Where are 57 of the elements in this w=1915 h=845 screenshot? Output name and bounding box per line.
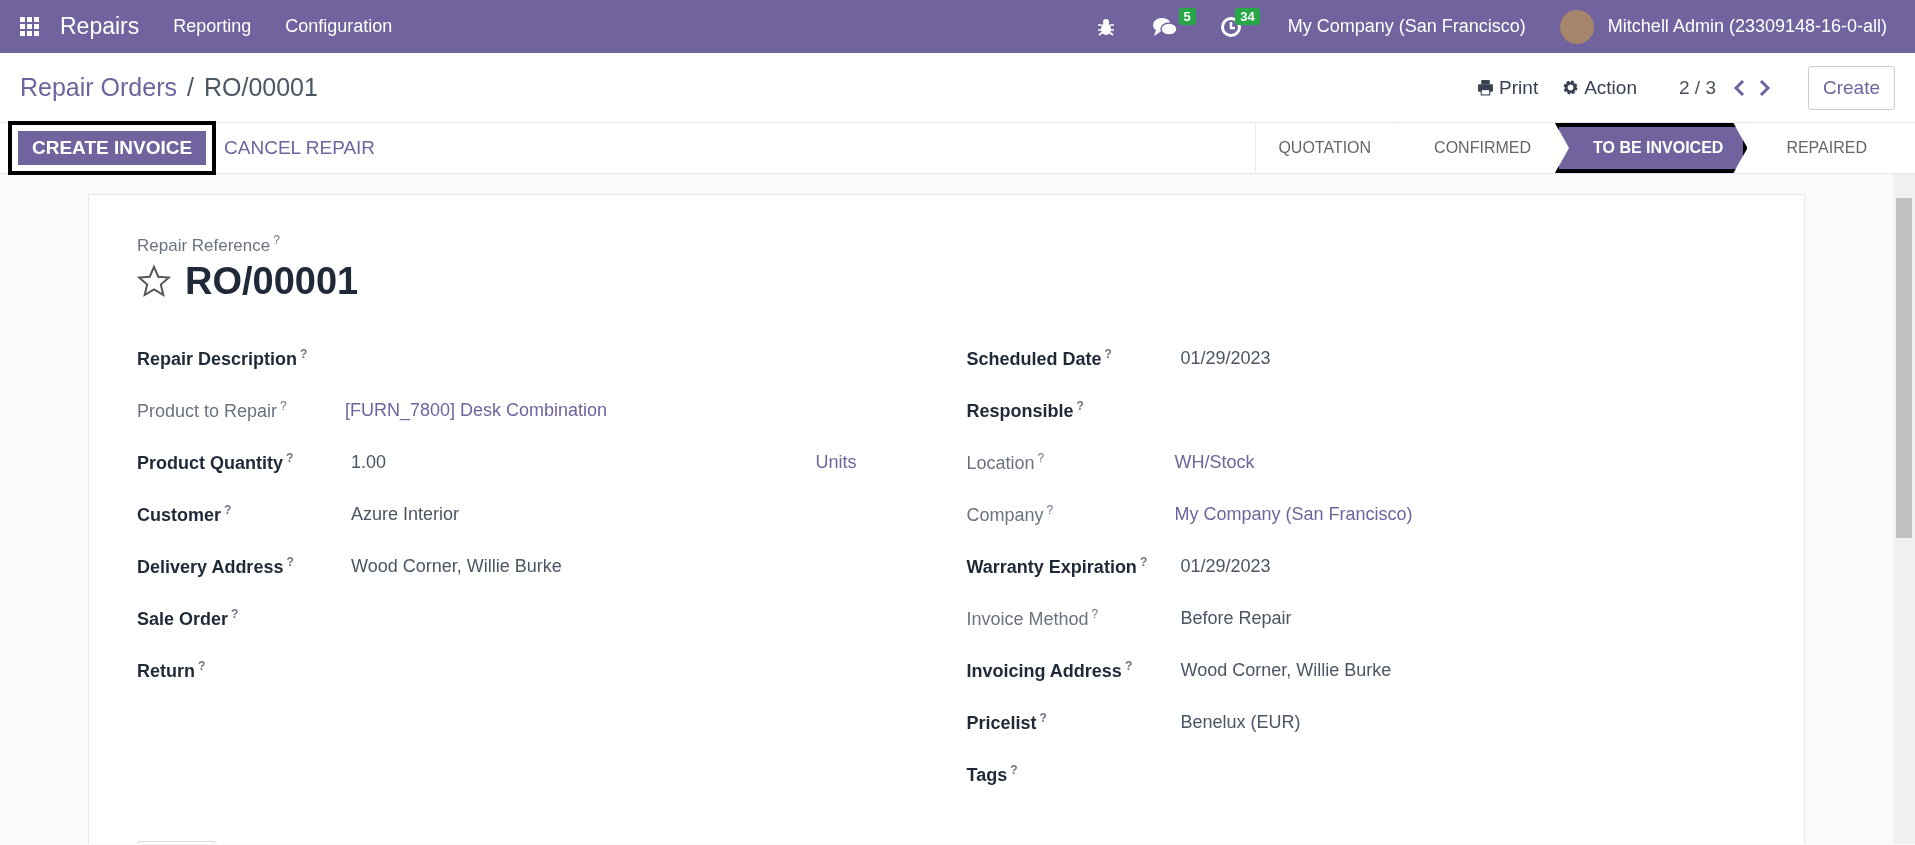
clock-icon[interactable] — [1219, 15, 1242, 38]
field-label: Product Quantity $^{?}$ — [137, 451, 295, 475]
field-value: Wood Corner, Willie Burke — [1179, 660, 1392, 682]
field-link[interactable]: My Company (San Francisco) — [1174, 504, 1413, 526]
activity-count-badge: 34 — [1235, 7, 1260, 25]
bug-icon[interactable] — [1095, 16, 1116, 37]
field-label: Delivery Address $^{?}$ — [137, 555, 295, 579]
field-label: Tags $^{?}$ — [966, 763, 1019, 787]
field-value: Azure Interior — [350, 504, 460, 526]
field-label: Invoice Method $^{?}$ — [966, 607, 1100, 631]
field-label: Warranty Expiration $^{?}$ — [966, 555, 1149, 579]
reference-title: RO/00001 — [185, 259, 359, 303]
chat-icon[interactable] — [1151, 15, 1178, 38]
cancel-link[interactable]: CANCEL REPAIR — [216, 125, 384, 171]
field-value: Benelux (EUR) — [1179, 712, 1301, 734]
breadcrumb-separator: / — [187, 73, 194, 102]
unit-link[interactable]: Units — [815, 452, 857, 474]
field-value: 1.00 — [350, 452, 387, 474]
menu-item[interactable]: Configuration — [271, 16, 407, 37]
field-label: Customer $^{?}$ — [137, 503, 233, 527]
field-value: 01/29/2023 — [1179, 348, 1271, 370]
gear-icon — [1562, 79, 1580, 96]
field-link[interactable]: WH/Stock — [1174, 452, 1255, 474]
field-link[interactable]: [FURN_7800] Desk Combination — [345, 400, 608, 422]
action-button[interactable]: Action — [1550, 76, 1649, 99]
field-value: 01/29/2023 — [1179, 556, 1271, 578]
message-count-badge: 5 — [1178, 7, 1196, 25]
field-value: Wood Corner, Willie Burke — [350, 556, 562, 578]
field-value: Before Repair — [1179, 608, 1292, 630]
breadcrumb-current: RO/00001 — [203, 73, 318, 102]
chevron-right-icon — [1757, 78, 1772, 97]
field-label: Pricelist $^{?}$ — [966, 711, 1048, 735]
reference-label: Repair Reference $^{?}$ — [137, 233, 281, 256]
status-step[interactable]: TO BE INVOICED — [1555, 123, 1748, 173]
field-label: Repair Description $^{?}$ — [137, 347, 309, 371]
print-button[interactable]: Print — [1465, 76, 1551, 99]
apps-grid-icon[interactable] — [20, 16, 40, 37]
menu-item[interactable]: Reporting — [159, 16, 266, 37]
field-label: Location $^{?}$ — [966, 451, 1046, 475]
create-invoice-button[interactable]: CREATE INVOICE — [8, 121, 217, 175]
star-icon[interactable] — [137, 264, 171, 299]
field-label: Return $^{?}$ — [137, 659, 207, 683]
pager-value: 2 / 3 — [1679, 76, 1716, 99]
field-label: Company $^{?}$ — [966, 503, 1055, 527]
scrollbar[interactable] — [1893, 174, 1915, 844]
company-switcher[interactable]: My Company (San Francisco) — [1273, 16, 1540, 37]
field-label: Invoicing Address $^{?}$ — [966, 659, 1134, 683]
user-menu[interactable]: Mitchell Admin (23309148-16-0-all) — [1599, 16, 1901, 37]
field-label: Responsible $^{?}$ — [966, 399, 1085, 423]
printer-icon — [1477, 79, 1495, 96]
field-label: Scheduled Date $^{?}$ — [966, 347, 1113, 371]
field-label: Product to Repair $^{?}$ — [137, 399, 288, 423]
breadcrumb-link[interactable]: Repair Orders — [20, 73, 177, 102]
chevron-left-icon — [1731, 78, 1746, 97]
field-label: Sale Order $^{?}$ — [137, 607, 240, 631]
app-title[interactable]: Repairs — [46, 13, 154, 40]
create-button[interactable]: Create — [1807, 65, 1895, 110]
